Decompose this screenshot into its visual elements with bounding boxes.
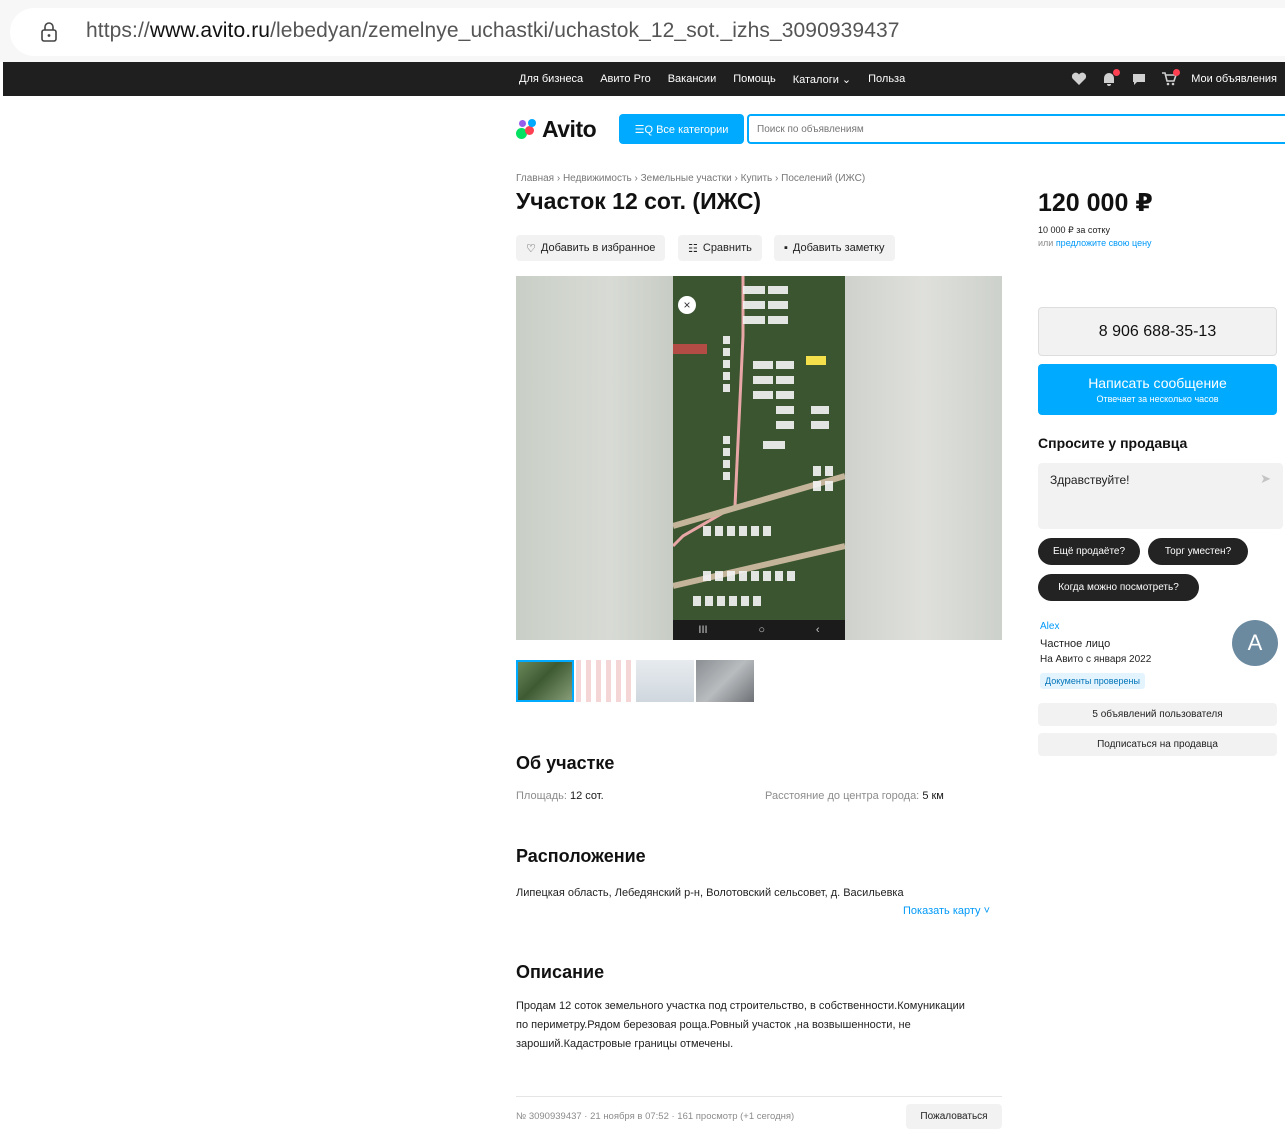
add-note-button[interactable]: ▪ Добавить заметку — [774, 235, 895, 261]
recent-apps-icon: III — [698, 624, 708, 636]
offer-price-line: или предложите свою цену — [1038, 238, 1152, 248]
chat-icon[interactable] — [1131, 72, 1147, 86]
top-user-menu: Мои объявления — [1071, 62, 1277, 96]
seller-listings-button[interactable]: 5 объявлений пользователя — [1038, 703, 1277, 726]
param-distance: Расстояние до центра города: 5 км — [765, 790, 944, 802]
search-box — [747, 114, 1285, 144]
phone-nav-bar: III ○ ‹ — [673, 620, 845, 640]
nav-link-help[interactable]: Помощь — [733, 73, 776, 85]
thumbnail-2[interactable] — [576, 660, 634, 702]
note-icon: ▪ — [784, 242, 788, 254]
nav-link-vacancies[interactable]: Вакансии — [668, 73, 717, 85]
page-title: Участок 12 сот. (ИЖС) — [516, 188, 762, 214]
breadcrumb[interactable]: Главная › Недвижимость › Земельные участ… — [516, 173, 865, 184]
search-input[interactable] — [749, 116, 1285, 142]
message-button-label: Написать сообщение — [1088, 375, 1227, 391]
address-text: Липецкая область, Лебедянский р-н, Волот… — [516, 887, 904, 899]
price: 120 000 ₽ — [1038, 189, 1153, 217]
cart-icon[interactable] — [1161, 69, 1181, 86]
url-text[interactable]: https://www.avito.ru/lebedyan/zemelnye_u… — [86, 19, 900, 43]
price-per-sotka: 10 000 ₽ за сотку — [1038, 225, 1110, 235]
heart-outline-icon: ♡ — [526, 242, 536, 255]
add-to-favorites-button[interactable]: ♡ Добавить в избранное — [516, 235, 666, 261]
top-nav-links: Для бизнеса Авито Pro Вакансии Помощь Ка… — [519, 62, 922, 96]
seller-type: Частное лицо — [1040, 638, 1111, 650]
thumbnail-3[interactable] — [636, 660, 694, 702]
subscribe-seller-button[interactable]: Подписаться на продавца — [1038, 733, 1277, 756]
seller-since: На Авито с января 2022 — [1040, 654, 1152, 665]
avito-logo[interactable]: Avito — [516, 115, 597, 143]
send-icon[interactable]: ➤ — [1260, 471, 1271, 487]
write-message-button[interactable]: Написать сообщение Отвечает за несколько… — [1038, 364, 1277, 415]
lock-icon[interactable] — [40, 22, 58, 42]
show-map-link[interactable]: Показать карту ˅ — [903, 905, 990, 917]
ask-seller-title: Спросите у продавца — [1038, 435, 1188, 451]
offer-price-link[interactable]: предложите свою цену — [1056, 238, 1152, 248]
quick-question-when-view[interactable]: Когда можно посмотреть? — [1038, 574, 1199, 601]
avatar[interactable]: A — [1232, 620, 1278, 666]
quick-question-bargain[interactable]: Торг уместен? — [1148, 538, 1248, 565]
ask-message-box[interactable]: Здравствуйте! ➤ — [1038, 463, 1283, 529]
thumbnail-1[interactable] — [516, 660, 574, 702]
about-heading: Об участке — [516, 753, 615, 773]
divider — [516, 1096, 1002, 1097]
seller-name-link[interactable]: Alex — [1040, 621, 1059, 632]
logo-dots-icon — [516, 119, 540, 139]
bell-icon[interactable] — [1101, 69, 1121, 86]
top-navigation-bar: Для бизнеса Авито Pro Вакансии Помощь Ка… — [3, 62, 1285, 96]
report-button[interactable]: Пожаловаться — [906, 1104, 1002, 1129]
gallery-blurred-left — [516, 276, 673, 640]
back-icon: ‹ — [815, 624, 820, 636]
home-icon: ○ — [758, 624, 766, 636]
description-text: Продам 12 соток земельного участка под с… — [516, 1000, 965, 1050]
thumbnail-4[interactable] — [696, 660, 754, 702]
nav-link-benefit[interactable]: Польза — [868, 73, 905, 85]
param-area: Площадь: 12 сот. — [516, 790, 604, 802]
nav-link-catalogs[interactable]: Каталоги ⌄ — [793, 73, 851, 86]
all-categories-button[interactable]: ☰Q Все категории — [619, 114, 744, 144]
compare-button[interactable]: ☷ Сравнить — [678, 235, 762, 261]
close-icon[interactable]: × — [678, 296, 696, 314]
description-heading: Описание — [516, 962, 605, 982]
documents-verified-badge: Документы проверены — [1040, 673, 1145, 689]
ask-message-text[interactable]: Здравствуйте! — [1050, 473, 1130, 487]
phone-number-button[interactable]: 8 906 688-35-13 — [1038, 307, 1277, 356]
gallery-blurred-right — [845, 276, 1002, 640]
quick-question-still-selling[interactable]: Ещё продаёте? — [1038, 538, 1140, 565]
cadastral-map-photo — [673, 276, 845, 620]
my-ads-link[interactable]: Мои объявления — [1191, 73, 1277, 85]
notification-dot — [1113, 69, 1121, 76]
logo-text: Avito — [542, 115, 597, 142]
message-button-sub: Отвечает за несколько часов — [1096, 394, 1219, 404]
gallery-thumbnails — [516, 660, 756, 702]
heart-icon[interactable] — [1071, 72, 1087, 86]
location-heading: Расположение — [516, 846, 646, 866]
ad-meta-info: № 3090939437 · 21 ноября в 07:52 · 161 п… — [516, 1111, 795, 1122]
cart-dot — [1173, 69, 1181, 76]
browser-address-bar: https://www.avito.ru/lebedyan/zemelnye_u… — [0, 0, 1285, 62]
compare-icon: ☷ — [688, 242, 698, 255]
photo-gallery[interactable]: III ○ ‹ × — [516, 276, 1002, 640]
nav-link-business[interactable]: Для бизнеса — [519, 73, 583, 85]
nav-link-avito-pro[interactable]: Авито Pro — [600, 73, 651, 85]
